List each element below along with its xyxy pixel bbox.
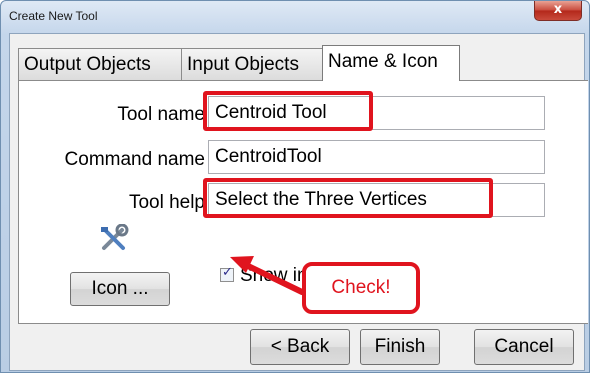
tab-label: Output Objects xyxy=(24,54,151,75)
window-title: Create New Tool xyxy=(9,9,98,23)
close-button[interactable]: x xyxy=(534,1,582,21)
show-in-toolbar-checkbox[interactable]: ✓ xyxy=(220,265,234,282)
command-name-label: Command name xyxy=(64,149,205,170)
tab-output-objects[interactable]: Output Objects xyxy=(18,48,182,80)
command-name-input[interactable] xyxy=(208,140,545,174)
dialog-body: Output Objects Input Objects Name & Icon… xyxy=(9,33,588,371)
tab-label: Input Objects xyxy=(187,54,299,75)
tab-label: Name & Icon xyxy=(328,51,438,72)
tab-input-objects[interactable]: Input Objects xyxy=(181,48,326,80)
check-callout: Check! xyxy=(302,262,420,314)
tool-help-label: Tool help xyxy=(128,192,205,213)
tab-name-and-icon[interactable]: Name & Icon xyxy=(322,45,460,81)
icon-button[interactable]: Icon ... xyxy=(70,272,170,306)
tool-name-input[interactable] xyxy=(208,96,545,130)
tool-name-label: Tool name xyxy=(117,104,205,125)
cancel-button[interactable]: Cancel xyxy=(474,329,574,365)
close-icon: x xyxy=(553,2,563,17)
checkmark-icon: ✓ xyxy=(222,265,233,280)
tools-icon xyxy=(97,223,131,254)
back-button[interactable]: < Back xyxy=(250,329,350,365)
title-bar: Create New Tool x xyxy=(1,1,589,35)
create-new-tool-dialog: Create New Tool x Output Objects Input O… xyxy=(0,0,590,373)
finish-button[interactable]: Finish xyxy=(360,329,440,365)
tool-help-input[interactable] xyxy=(208,183,545,217)
